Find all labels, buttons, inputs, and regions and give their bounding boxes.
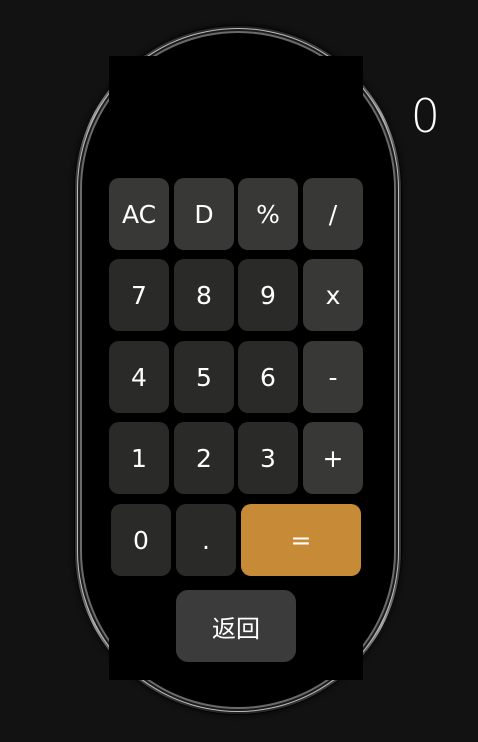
multiply-button[interactable]: x [303, 259, 363, 331]
decimal-point-button[interactable]: . [176, 504, 236, 576]
digit-2-button[interactable]: 2 [174, 422, 234, 494]
display-value: 0 [410, 89, 440, 143]
equals-button[interactable]: = [241, 504, 361, 576]
percent-button[interactable]: % [238, 178, 298, 250]
delete-button[interactable]: D [174, 178, 234, 250]
digit-3-button[interactable]: 3 [238, 422, 298, 494]
clear-all-button[interactable]: AC [109, 178, 169, 250]
divide-button[interactable]: / [303, 178, 363, 250]
back-button[interactable]: 返回 [176, 590, 296, 662]
digit-1-button[interactable]: 1 [109, 422, 169, 494]
digit-6-button[interactable]: 6 [238, 341, 298, 413]
digit-8-button[interactable]: 8 [174, 259, 234, 331]
digit-9-button[interactable]: 9 [238, 259, 298, 331]
subtract-button[interactable]: - [303, 341, 363, 413]
add-button[interactable]: + [303, 422, 363, 494]
digit-0-button[interactable]: 0 [111, 504, 171, 576]
digit-4-button[interactable]: 4 [109, 341, 169, 413]
digit-7-button[interactable]: 7 [109, 259, 169, 331]
digit-5-button[interactable]: 5 [174, 341, 234, 413]
